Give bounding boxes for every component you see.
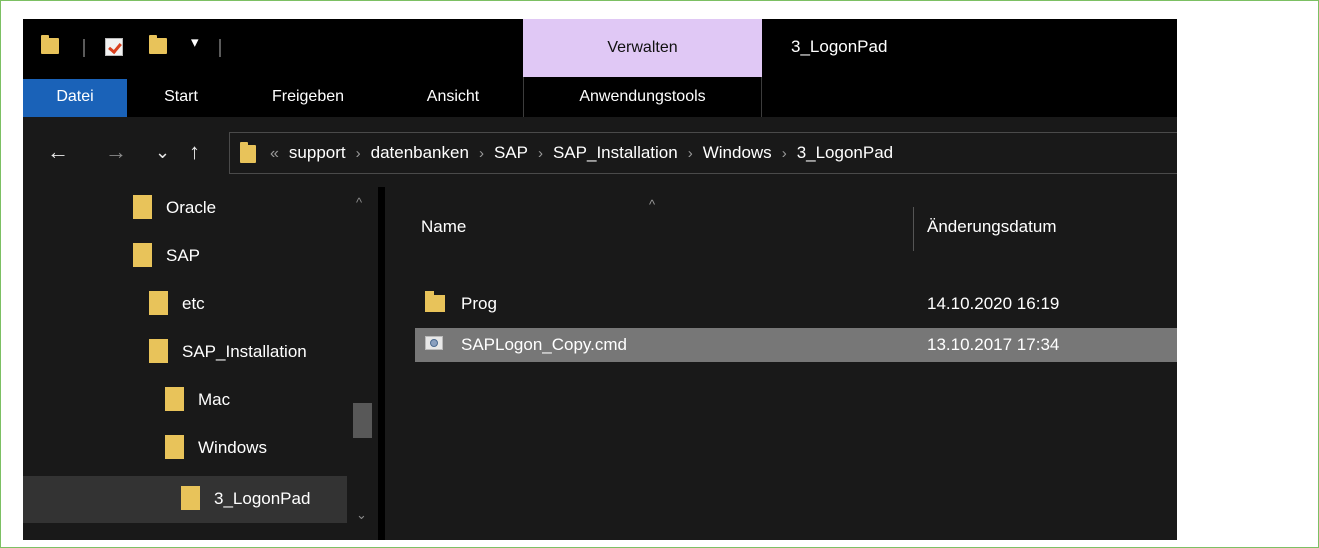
forward-button[interactable]: →: [105, 139, 127, 165]
crumb-datenbanken[interactable]: datenbanken: [371, 143, 469, 162]
new-folder-icon[interactable]: [149, 35, 167, 54]
folder-icon: [425, 291, 445, 312]
tab-datei[interactable]: Datei: [23, 79, 127, 117]
tree-item-sap[interactable]: SAP: [133, 235, 200, 277]
cmd-file-icon: [425, 336, 443, 350]
explorer-window: ▾ Verwalten 3_LogonPad Datei Start Freig…: [23, 19, 1177, 540]
folder-icon: [165, 434, 184, 459]
crumb-sap-installation[interactable]: SAP_Installation: [553, 143, 678, 162]
file-name: SAPLogon_Copy.cmd: [461, 335, 628, 354]
tree-item-label: SAP: [166, 246, 201, 265]
toolbar-separator: [219, 39, 221, 57]
column-header-name[interactable]: Name: [421, 217, 466, 237]
folder-icon: [133, 242, 152, 267]
toolbar-separator: [83, 39, 85, 57]
file-name: Prog: [461, 294, 497, 313]
chevron-right-icon[interactable]: ›: [782, 145, 787, 162]
context-group-verwalten: Verwalten: [523, 19, 762, 77]
scroll-down-icon[interactable]: ⌄: [356, 507, 367, 523]
crumb-sap[interactable]: SAP: [494, 143, 528, 162]
crumb-windows[interactable]: Windows: [703, 143, 772, 162]
up-button[interactable]: ↑: [189, 139, 200, 165]
folder-icon: [240, 142, 256, 163]
sort-ascending-icon: ^: [649, 197, 656, 212]
scroll-up-icon[interactable]: ^: [356, 195, 362, 210]
chevron-right-icon[interactable]: ›: [356, 145, 361, 162]
tree-item-mac[interactable]: Mac: [165, 379, 230, 421]
tab-ansicht[interactable]: Ansicht: [411, 79, 495, 117]
navigation-scrollbar[interactable]: ^ ⌄: [347, 187, 378, 540]
recent-locations-button[interactable]: ⌄: [155, 139, 170, 165]
file-list: ^ Name Änderungsdatum Prog 14.10.2020 16…: [385, 187, 1177, 540]
tree-item-label: etc: [182, 294, 205, 313]
folder-icon: [181, 485, 200, 510]
back-button[interactable]: ←: [47, 139, 69, 165]
file-date: 14.10.2020 16:19: [927, 294, 1060, 313]
breadcrumb-overflow[interactable]: «: [270, 145, 279, 162]
tree-item-label: Windows: [198, 438, 267, 457]
tab-anwendungstools[interactable]: Anwendungstools: [523, 79, 762, 117]
tree-item-label: 3_LogonPad: [214, 489, 311, 508]
customize-dropdown-icon[interactable]: ▾: [191, 33, 199, 51]
chevron-right-icon[interactable]: ›: [688, 145, 693, 162]
crumb-3-logonpad[interactable]: 3_LogonPad: [797, 143, 893, 162]
folder-icon: [149, 338, 168, 363]
screenshot-frame: ▾ Verwalten 3_LogonPad Datei Start Freig…: [0, 0, 1319, 548]
breadcrumb: « support › datenbanken › SAP › SAP_Installatio…: [270, 133, 893, 173]
tree-item-3-logonpad[interactable]: 3_LogonPad: [181, 478, 310, 520]
tree-item-label: Mac: [198, 390, 231, 409]
crumb-support[interactable]: support: [289, 143, 346, 162]
tab-freigeben[interactable]: Freigeben: [255, 79, 361, 117]
tree-item-etc[interactable]: etc: [149, 283, 205, 325]
tree-item-label: SAP_Installation: [182, 342, 307, 361]
navigation-pane: Oracle SAP etc SAP_Installation Mac Wind…: [23, 187, 378, 540]
address-bar[interactable]: « support › datenbanken › SAP › SAP_Installatio…: [229, 132, 1177, 174]
folder-icon: [165, 386, 184, 411]
window-title: 3_LogonPad: [791, 37, 888, 56]
chevron-right-icon[interactable]: ›: [538, 145, 543, 162]
tab-start[interactable]: Start: [149, 79, 213, 117]
tree-item-oracle[interactable]: Oracle: [133, 187, 216, 229]
tree-item-sap-installation[interactable]: SAP_Installation: [149, 331, 307, 373]
file-row-saplogon-copy[interactable]: SAPLogon_Copy.cmd 13.10.2017 17:34: [415, 328, 1177, 362]
folder-icon[interactable]: [41, 35, 59, 54]
folder-icon: [149, 290, 168, 315]
file-row-prog[interactable]: Prog 14.10.2020 16:19: [415, 287, 1177, 321]
properties-icon[interactable]: [105, 38, 123, 56]
folder-icon: [133, 194, 152, 219]
chevron-right-icon[interactable]: ›: [479, 145, 484, 162]
tree-item-label: Oracle: [166, 198, 217, 217]
column-header-date[interactable]: Änderungsdatum: [927, 217, 1056, 237]
column-divider[interactable]: [913, 207, 914, 251]
file-date: 13.10.2017 17:34: [927, 335, 1060, 354]
scrollbar-thumb[interactable]: [353, 403, 372, 438]
tree-item-windows[interactable]: Windows: [165, 427, 267, 469]
